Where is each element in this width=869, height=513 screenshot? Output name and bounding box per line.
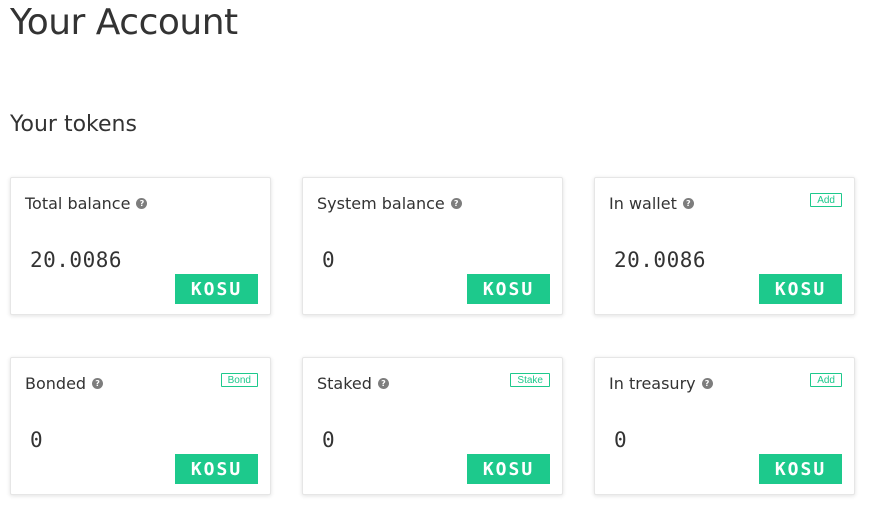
card-value: 0 xyxy=(30,428,44,452)
help-icon[interactable]: ? xyxy=(682,198,694,209)
token-unit-badge: KOSU xyxy=(759,274,842,304)
token-unit-badge: KOSU xyxy=(175,454,258,484)
token-card-in-wallet: In wallet ? Add 20.0086 KOSU xyxy=(594,177,855,315)
token-card-bonded: Bonded ? Bond 0 KOSU xyxy=(10,357,271,495)
card-label: Staked xyxy=(317,374,372,393)
token-card-system-balance: System balance ? 0 KOSU xyxy=(302,177,563,315)
token-card-staked: Staked ? Stake 0 KOSU xyxy=(302,357,563,495)
token-unit-badge: KOSU xyxy=(175,274,258,304)
card-label: Bonded xyxy=(25,374,87,393)
help-icon[interactable]: ? xyxy=(450,198,462,209)
section-title: Your tokens xyxy=(10,112,137,137)
page-title: Your Account xyxy=(10,2,238,43)
help-icon[interactable]: ? xyxy=(701,378,713,389)
help-icon[interactable]: ? xyxy=(377,378,389,389)
stake-button[interactable]: Stake xyxy=(510,373,550,387)
bond-button[interactable]: Bond xyxy=(220,373,258,387)
card-value: 20.0086 xyxy=(614,248,707,272)
add-treasury-button[interactable]: Add xyxy=(810,373,842,387)
card-value: 0 xyxy=(614,428,628,452)
card-value: 20.0086 xyxy=(30,248,123,272)
token-card-in-treasury: In treasury ? Add 0 KOSU xyxy=(594,357,855,495)
token-unit-badge: KOSU xyxy=(759,454,842,484)
token-card-total-balance: Total balance ? 20.0086 KOSU xyxy=(10,177,271,315)
add-wallet-button[interactable]: Add xyxy=(810,193,842,207)
help-icon[interactable]: ? xyxy=(92,378,104,389)
card-label: In treasury xyxy=(609,374,696,393)
card-value: 0 xyxy=(322,428,336,452)
token-unit-badge: KOSU xyxy=(467,454,550,484)
card-label: In wallet xyxy=(609,194,677,213)
card-value: 0 xyxy=(322,248,336,272)
card-label: Total balance xyxy=(25,194,131,213)
token-unit-badge: KOSU xyxy=(467,274,550,304)
help-icon[interactable]: ? xyxy=(136,198,148,209)
card-label: System balance xyxy=(317,194,445,213)
